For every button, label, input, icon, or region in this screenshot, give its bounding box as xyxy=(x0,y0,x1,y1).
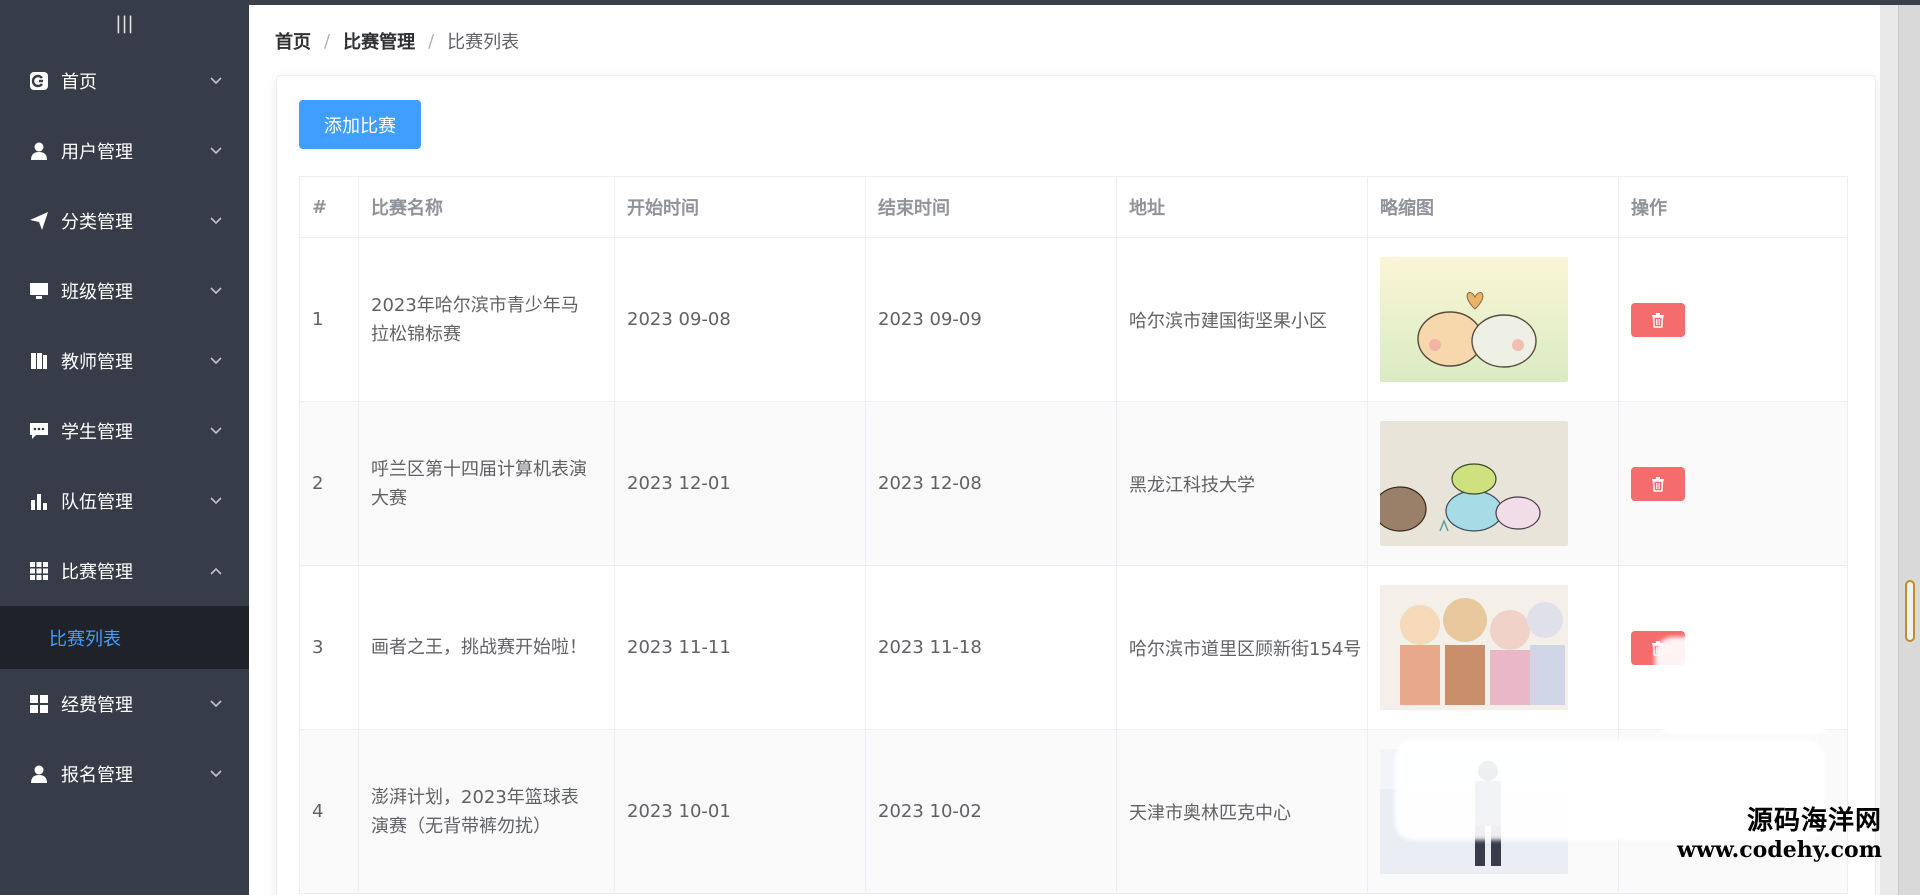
chevron-down-icon xyxy=(209,214,223,228)
trash-icon xyxy=(1652,476,1664,492)
sidebar-item-registrations[interactable]: 报名管理 xyxy=(0,739,249,809)
watermark-url: www.codehy.com xyxy=(1677,837,1882,863)
sidebar-item-competitions[interactable]: 比赛管理 xyxy=(0,536,249,606)
cell-actions xyxy=(1618,237,1848,402)
chevron-down-icon xyxy=(209,74,223,88)
thumbnail-image[interactable] xyxy=(1380,421,1568,546)
cell-name: 澎湃计划，2023年篮球表演赛（无背带裤勿扰） xyxy=(358,729,615,894)
column-header-actions: 操作 xyxy=(1618,176,1848,238)
user-icon xyxy=(29,141,49,161)
cell-index: 2 xyxy=(299,401,359,566)
chevron-down-icon xyxy=(209,354,223,368)
collapse-menu-button[interactable]: ||| xyxy=(0,0,249,46)
sidebar-item-label: 比赛管理 xyxy=(61,562,133,583)
thumbnail-image[interactable] xyxy=(1380,585,1568,710)
sidebar-item-users[interactable]: 用户管理 xyxy=(0,116,249,186)
breadcrumb-home[interactable]: 首页 xyxy=(275,28,311,54)
sidebar: ||| 首页 用户管理 分类管理 班级管理 教师管理 学生管理 队伍管理 比赛管… xyxy=(0,0,249,895)
column-header-name: 比赛名称 xyxy=(358,176,615,238)
cell-name: 画者之王，挑战赛开始啦！ xyxy=(358,565,615,730)
sidebar-item-teachers[interactable]: 教师管理 xyxy=(0,326,249,396)
cell-end: 2023 10-02 xyxy=(865,729,1117,894)
table-row: 2 呼兰区第十四届计算机表演大赛 2023 12-01 2023 12-08 黑… xyxy=(299,401,1848,566)
sidebar-item-label: 首页 xyxy=(61,72,97,93)
chevron-down-icon xyxy=(209,424,223,438)
cell-end: 2023 09-09 xyxy=(865,237,1117,402)
sidebar-item-label: 班级管理 xyxy=(61,282,133,303)
breadcrumb-separator: / xyxy=(324,30,331,52)
chevron-down-icon xyxy=(209,284,223,298)
cell-address: 哈尔滨市建国街坚果小区 xyxy=(1116,237,1368,402)
sidebar-item-label: 报名管理 xyxy=(61,765,133,786)
delete-button[interactable] xyxy=(1631,466,1685,501)
cell-thumbnail xyxy=(1367,237,1619,402)
breadcrumb-separator: / xyxy=(428,30,435,52)
cell-address: 哈尔滨市道里区顾新街154号 xyxy=(1116,565,1368,730)
delete-button[interactable] xyxy=(1631,302,1685,337)
column-header-thumbnail: 略缩图 xyxy=(1367,176,1619,238)
book-icon xyxy=(29,351,49,371)
table-row: 3 画者之王，挑战赛开始啦！ 2023 11-11 2023 11-18 哈尔滨… xyxy=(299,565,1848,730)
sidebar-item-label: 学生管理 xyxy=(61,422,133,443)
apps-icon xyxy=(29,694,49,714)
chevron-down-icon xyxy=(209,767,223,781)
cell-thumbnail xyxy=(1367,401,1619,566)
cell-thumbnail xyxy=(1367,565,1619,730)
thumbnail-image[interactable] xyxy=(1380,257,1568,382)
sidebar-item-categories[interactable]: 分类管理 xyxy=(0,186,249,256)
bar-chart-icon xyxy=(29,491,49,511)
cell-start: 2023 09-08 xyxy=(614,237,866,402)
chevron-down-icon xyxy=(209,697,223,711)
chevron-down-icon xyxy=(209,494,223,508)
sidebar-item-label: 队伍管理 xyxy=(61,492,133,513)
column-header-address: 地址 xyxy=(1116,176,1368,238)
cell-actions xyxy=(1618,401,1848,566)
sidebar-item-label: 经费管理 xyxy=(61,695,133,716)
column-header-index: # xyxy=(299,176,359,238)
sidebar-item-home[interactable]: 首页 xyxy=(0,46,249,116)
add-competition-button[interactable]: 添加比赛 xyxy=(299,100,421,149)
cell-start: 2023 10-01 xyxy=(614,729,866,894)
cell-end: 2023 11-18 xyxy=(865,565,1117,730)
watermark-cn: 源码海洋网 xyxy=(1746,806,1882,836)
cell-index: 1 xyxy=(299,237,359,402)
monitor-icon xyxy=(29,281,49,301)
watermark: 源码海洋网 www.codehy.com xyxy=(1677,805,1882,863)
sidebar-item-students[interactable]: 学生管理 xyxy=(0,396,249,466)
cell-start: 2023 11-11 xyxy=(614,565,866,730)
cell-name: 2023年哈尔滨市青少年马拉松锦标赛 xyxy=(358,237,615,402)
breadcrumb: 首页 / 比赛管理 / 比赛列表 xyxy=(275,28,519,54)
sidebar-item-label: 教师管理 xyxy=(61,352,133,373)
column-header-end: 结束时间 xyxy=(865,176,1117,238)
user-icon xyxy=(29,764,49,784)
breadcrumb-current: 比赛列表 xyxy=(447,32,520,53)
cell-address: 天津市奥林匹克中心 xyxy=(1116,729,1368,894)
paper-plane-icon xyxy=(29,211,49,231)
cell-name: 呼兰区第十四届计算机表演大赛 xyxy=(358,401,615,566)
sidebar-subitem-competition-list[interactable]: 比赛列表 xyxy=(0,606,249,669)
cell-index: 3 xyxy=(299,565,359,730)
grid-icon xyxy=(29,561,49,581)
cell-start: 2023 12-01 xyxy=(614,401,866,566)
sidebar-item-funds[interactable]: 经费管理 xyxy=(0,669,249,739)
scrollbar-track[interactable] xyxy=(1898,5,1920,895)
dashboard-icon xyxy=(29,71,49,91)
cell-index: 4 xyxy=(299,729,359,894)
sidebar-item-classes[interactable]: 班级管理 xyxy=(0,256,249,326)
blur-overlay xyxy=(1655,637,1833,735)
sidebar-item-label: 分类管理 xyxy=(61,212,133,233)
chevron-up-icon xyxy=(209,564,223,578)
sidebar-item-teams[interactable]: 队伍管理 xyxy=(0,466,249,536)
breadcrumb-parent[interactable]: 比赛管理 xyxy=(343,28,415,54)
cell-address: 黑龙江科技大学 xyxy=(1116,401,1368,566)
scrollbar-thumb[interactable] xyxy=(1905,580,1915,642)
sidebar-item-label: 用户管理 xyxy=(61,142,133,163)
chevron-down-icon xyxy=(209,144,223,158)
cell-end: 2023 12-08 xyxy=(865,401,1117,566)
column-header-start: 开始时间 xyxy=(614,176,866,238)
chat-icon xyxy=(29,421,49,441)
table-row: 1 2023年哈尔滨市青少年马拉松锦标赛 2023 09-08 2023 09-… xyxy=(299,237,1848,402)
trash-icon xyxy=(1652,312,1664,328)
table-header-row: # 比赛名称 开始时间 结束时间 地址 略缩图 操作 xyxy=(299,176,1848,238)
